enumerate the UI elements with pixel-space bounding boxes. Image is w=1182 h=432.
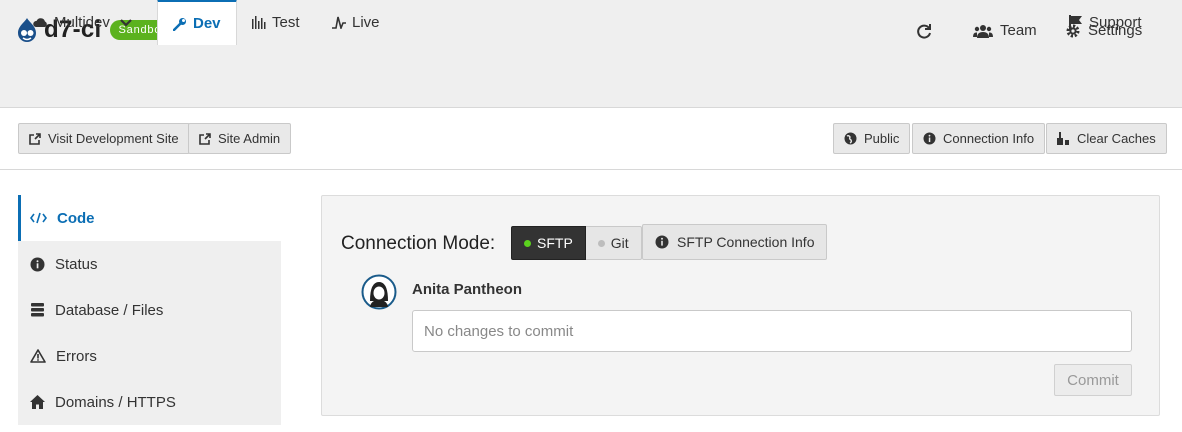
sidebar-item-status[interactable]: Status xyxy=(18,241,281,287)
sidebar-item-code[interactable]: Code xyxy=(18,195,281,241)
code-panel: Connection Mode: SFTP Git SFTP Connectio… xyxy=(321,195,1160,416)
avatar xyxy=(361,274,397,310)
info-icon xyxy=(923,132,936,145)
refresh-icon[interactable] xyxy=(915,22,933,40)
site-admin-button[interactable]: Site Admin xyxy=(188,123,292,154)
sftp-status-dot xyxy=(524,239,531,247)
git-status-dot xyxy=(597,239,605,247)
tab-test[interactable]: Test xyxy=(252,0,300,45)
test-bars-icon xyxy=(252,16,266,29)
team-icon xyxy=(973,24,993,38)
cloud-icon xyxy=(33,18,47,27)
info-icon xyxy=(655,235,669,249)
support-label: Support xyxy=(1089,14,1142,31)
visit-site-label: Visit Development Site xyxy=(48,131,179,146)
commit-message-input[interactable] xyxy=(412,310,1132,352)
tab-test-label: Test xyxy=(272,14,300,31)
sidebar-item-label: Domains / HTTPS xyxy=(55,393,176,411)
sidebar-item-domains[interactable]: Domains / HTTPS xyxy=(18,379,281,425)
sidebar-item-label: Errors xyxy=(56,347,97,365)
user-name: Anita Pantheon xyxy=(412,281,523,298)
database-icon xyxy=(31,303,44,317)
clear-caches-label: Clear Caches xyxy=(1077,131,1156,146)
sidebar-item-database[interactable]: Database / Files xyxy=(18,287,281,333)
git-mode-label: Git xyxy=(610,235,629,251)
sidebar-item-label: Database / Files xyxy=(55,301,164,319)
sftp-connection-info-label: SFTP Connection Info xyxy=(677,234,815,250)
team-link[interactable]: Team xyxy=(973,22,1037,39)
tab-live-label: Live xyxy=(352,14,380,31)
broom-icon xyxy=(1057,132,1069,145)
visit-site-button[interactable]: Visit Development Site xyxy=(18,123,190,154)
tab-dev-label: Dev xyxy=(193,15,221,32)
sidebar-item-label: Status xyxy=(55,255,98,273)
tab-multidev[interactable]: Multidev xyxy=(33,0,138,45)
sftp-connection-info-button[interactable]: SFTP Connection Info xyxy=(642,224,828,260)
workflow-sidenav: Code Status Database / Files Errors Doma… xyxy=(18,195,281,425)
wrench-icon xyxy=(173,17,186,31)
pulse-icon xyxy=(332,16,346,29)
warning-icon xyxy=(30,349,46,363)
clear-caches-button[interactable]: Clear Caches xyxy=(1046,123,1167,154)
code-icon xyxy=(30,212,47,224)
connection-mode-label: Connection Mode: xyxy=(341,233,496,254)
commit-button[interactable]: Commit xyxy=(1054,364,1132,396)
git-mode-button[interactable]: Git xyxy=(585,226,642,260)
public-label: Public xyxy=(864,131,900,146)
flag-icon xyxy=(1069,15,1082,30)
external-link-icon xyxy=(29,132,41,145)
globe-icon xyxy=(844,132,857,145)
team-label: Team xyxy=(1000,22,1037,39)
sftp-mode-button[interactable]: SFTP xyxy=(511,226,586,260)
sidebar-item-label: Code xyxy=(57,209,95,227)
info-icon xyxy=(30,257,45,271)
connection-mode-toggle: SFTP Git xyxy=(511,226,642,260)
support-link[interactable]: Support xyxy=(1069,0,1142,45)
connection-info-label: Connection Info xyxy=(943,131,1035,146)
site-admin-label: Site Admin xyxy=(218,131,281,146)
top-bar: d7-ci Sandbox Team Settings Multidev Dev… xyxy=(0,0,1182,108)
external-link-icon xyxy=(199,132,211,145)
tab-dev[interactable]: Dev xyxy=(157,0,237,45)
home-icon xyxy=(30,395,45,409)
sidebar-item-errors[interactable]: Errors xyxy=(18,333,281,379)
public-button[interactable]: Public xyxy=(833,123,911,154)
tab-multidev-label: Multidev xyxy=(54,14,110,31)
sftp-mode-label: SFTP xyxy=(537,235,573,251)
chevron-down-icon xyxy=(120,18,132,27)
env-toolbar: Visit Development Site Site Admin Public… xyxy=(0,108,1182,170)
connection-info-button[interactable]: Connection Info xyxy=(912,123,1046,154)
tab-live[interactable]: Live xyxy=(332,0,380,45)
